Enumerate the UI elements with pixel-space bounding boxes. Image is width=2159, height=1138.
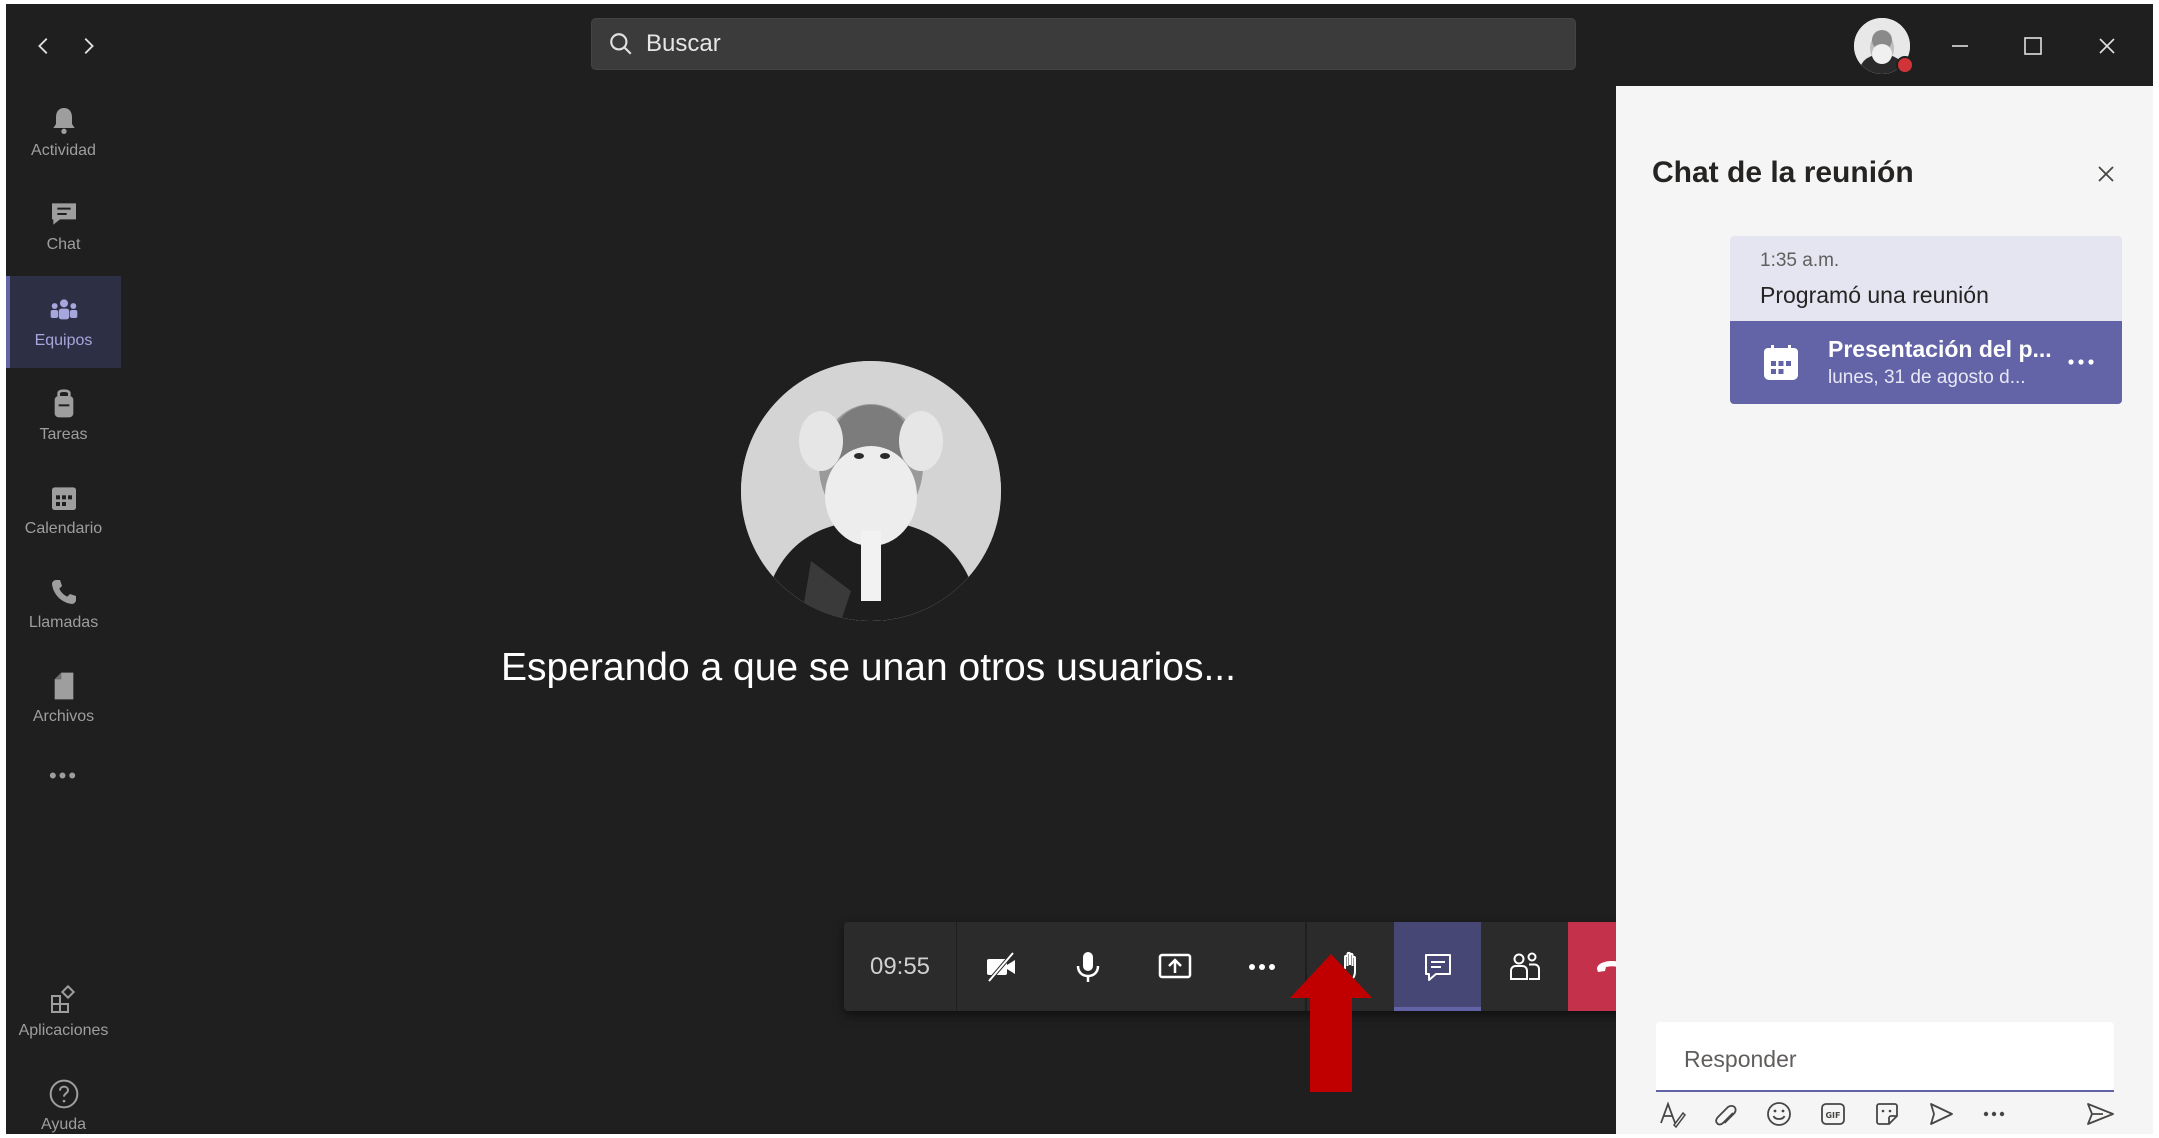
schedule-meeting-button[interactable] bbox=[1925, 1098, 1957, 1130]
presence-busy-indicator bbox=[1896, 56, 1914, 74]
meeting-stage: Esperando a que se unan otros usuarios..… bbox=[121, 86, 1659, 1134]
rail-item-calendario[interactable]: Calendario bbox=[6, 464, 121, 556]
reply-input[interactable]: Responder bbox=[1656, 1022, 2114, 1092]
teams-icon bbox=[50, 299, 77, 320]
rail-item-actividad[interactable]: Actividad bbox=[6, 86, 121, 178]
file-icon bbox=[54, 672, 73, 700]
assignments-icon bbox=[54, 389, 73, 418]
rail-item-label: Tareas bbox=[39, 426, 88, 443]
calendar-icon bbox=[51, 487, 76, 510]
rail-item-aplicaciones[interactable]: Aplicaciones bbox=[6, 966, 121, 1058]
chat-message: 1:35 a.m. Programó una reunión Presentac… bbox=[1730, 236, 2122, 404]
phone-icon bbox=[51, 580, 76, 604]
help-icon bbox=[49, 1079, 78, 1109]
gif-button[interactable]: GIF bbox=[1817, 1098, 1849, 1130]
participant-photo bbox=[741, 361, 1001, 621]
search-icon bbox=[610, 33, 632, 55]
svg-text:GIF: GIF bbox=[1826, 1111, 1841, 1120]
rail-item-label: Actividad bbox=[31, 142, 96, 159]
chat-panel-title: Chat de la reunión bbox=[1652, 156, 1914, 189]
rail-item-label: Aplicaciones bbox=[18, 1022, 109, 1039]
more-icon: ••• bbox=[48, 763, 79, 788]
share-screen-icon bbox=[1158, 953, 1191, 978]
show-participants-button[interactable] bbox=[1481, 922, 1568, 1011]
share-screen-button[interactable] bbox=[1131, 922, 1218, 1011]
ellipsis-icon bbox=[1248, 963, 1275, 970]
send-button[interactable] bbox=[2084, 1098, 2116, 1130]
waiting-message: Esperando a que se unan otros usuarios..… bbox=[501, 646, 1236, 689]
meeting-card-more-button[interactable] bbox=[2064, 347, 2098, 377]
message-timestamp: 1:35 a.m. bbox=[1760, 250, 1840, 271]
rail-item-tareas[interactable]: Tareas bbox=[6, 370, 121, 462]
message-header: 1:35 a.m. Programó una reunión bbox=[1730, 236, 2122, 321]
rail-item-equipos[interactable]: Equipos bbox=[6, 276, 121, 368]
apps-icon bbox=[50, 984, 75, 1013]
rail-item-label: Archivos bbox=[32, 708, 95, 725]
paperclip-icon bbox=[1714, 1104, 1737, 1126]
app-rail: Actividad Chat Equipos Tareas Calendario… bbox=[6, 86, 121, 1134]
rail-item-label: Ayuda bbox=[40, 1116, 87, 1133]
minimize-icon bbox=[1952, 45, 1968, 47]
chat-icon bbox=[1424, 953, 1451, 981]
microphone-button[interactable] bbox=[1044, 922, 1131, 1011]
maximize-button[interactable] bbox=[2009, 22, 2057, 70]
compose-toolbar: GIF bbox=[1656, 1096, 2116, 1132]
meeting-card-title: Presentación del p... bbox=[1828, 336, 2052, 362]
bell-icon bbox=[52, 108, 75, 134]
annotation-arrow bbox=[1290, 954, 1372, 1092]
rail-item-ayuda[interactable]: Ayuda bbox=[6, 1060, 121, 1134]
rail-item-label: Calendario bbox=[24, 520, 103, 537]
sticker-icon bbox=[1875, 1103, 1898, 1125]
microphone-icon bbox=[1076, 951, 1099, 982]
chevron-left-icon bbox=[38, 38, 48, 54]
emoji-button[interactable] bbox=[1764, 1098, 1796, 1130]
search-input[interactable]: Buscar bbox=[591, 18, 1576, 70]
back-button[interactable] bbox=[24, 26, 64, 66]
call-controls: 09:55 bbox=[844, 922, 1659, 1011]
forward-button[interactable] bbox=[68, 26, 108, 66]
ellipsis-icon bbox=[2068, 359, 2094, 365]
minimize-button[interactable] bbox=[1936, 22, 1984, 70]
meeting-card-subtitle: lunes, 31 de agosto d... bbox=[1828, 367, 2026, 388]
title-bar: Buscar bbox=[6, 4, 2153, 86]
participants-icon bbox=[1509, 952, 1540, 980]
send-icon bbox=[2087, 1103, 2115, 1125]
rail-item-llamadas[interactable]: Llamadas bbox=[6, 558, 121, 650]
search-placeholder: Buscar bbox=[646, 30, 721, 57]
reply-placeholder: Responder bbox=[1684, 1046, 1797, 1072]
emoji-icon bbox=[1767, 1102, 1792, 1126]
close-chat-button[interactable] bbox=[2086, 154, 2126, 194]
format-button[interactable] bbox=[1656, 1098, 1688, 1130]
chevron-right-icon bbox=[84, 38, 94, 54]
teams-window: Buscar Actividad Chat Equipos Tareas Cal… bbox=[6, 4, 2153, 1134]
chat-icon bbox=[51, 203, 76, 225]
rail-item-chat[interactable]: Chat bbox=[6, 180, 121, 272]
close-icon bbox=[2099, 38, 2115, 54]
show-conversation-button[interactable] bbox=[1394, 922, 1481, 1011]
rail-item-label: Equipos bbox=[34, 332, 93, 349]
close-icon bbox=[2098, 166, 2114, 182]
sticker-button[interactable] bbox=[1871, 1098, 1903, 1130]
ellipsis-icon bbox=[1984, 1111, 2005, 1117]
format-icon bbox=[1660, 1101, 1686, 1129]
message-text: Programó una reunión bbox=[1760, 282, 1989, 308]
meet-now-icon bbox=[1929, 1103, 1953, 1125]
camera-off-icon bbox=[986, 951, 1015, 982]
rail-item-label: Chat bbox=[46, 236, 81, 253]
close-window-button[interactable] bbox=[2083, 22, 2131, 70]
gif-icon: GIF bbox=[1821, 1103, 1846, 1125]
participant-avatar bbox=[741, 361, 1001, 621]
more-options-button[interactable] bbox=[1979, 1098, 2011, 1130]
calendar-icon bbox=[1764, 344, 1798, 380]
rail-item-label: Llamadas bbox=[28, 614, 99, 631]
rail-item-archivos[interactable]: Archivos bbox=[6, 652, 121, 744]
camera-toggle-button[interactable] bbox=[957, 922, 1044, 1011]
call-timer: 09:55 bbox=[844, 922, 957, 1011]
meeting-card-text: Presentación del p... lunes, 31 de agost… bbox=[1828, 336, 2052, 389]
maximize-icon bbox=[2024, 37, 2042, 55]
meeting-card[interactable]: Presentación del p... lunes, 31 de agost… bbox=[1730, 321, 2122, 404]
meeting-chat-panel: Chat de la reunión 1:35 a.m. Programó un… bbox=[1616, 86, 2153, 1134]
rail-more-button[interactable]: ••• bbox=[6, 746, 121, 806]
attach-button[interactable] bbox=[1710, 1098, 1742, 1130]
